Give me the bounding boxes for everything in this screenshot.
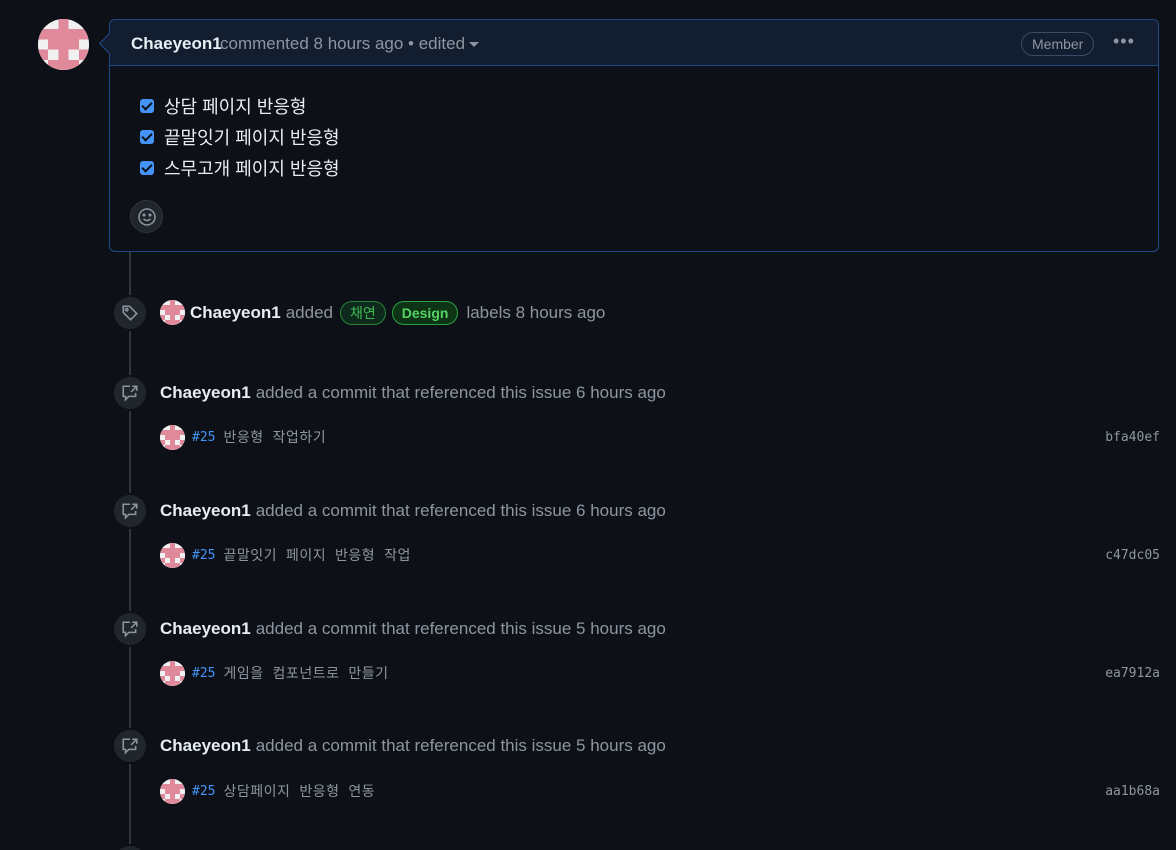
event-text: added a commit that referenced this issu… bbox=[255, 736, 666, 755]
label-design[interactable]: Design bbox=[391, 301, 459, 325]
timeline-badge bbox=[112, 728, 148, 764]
task-item: 끝말잇기 페이지 반응형 bbox=[140, 121, 340, 152]
comment-header: Chaeyeon1 commented 8 hours ago • edited… bbox=[110, 20, 1158, 66]
issue-ref-link[interactable]: #25 bbox=[192, 430, 215, 445]
commit-row: #25 반응형 작업하기 bfa40ef bbox=[160, 424, 1160, 450]
comment-meta-text: commented 8 hours ago • edited bbox=[220, 34, 466, 53]
commit-sha-link[interactable]: aa1b68a bbox=[1105, 784, 1160, 799]
cross-reference-icon bbox=[122, 621, 138, 638]
event-suffix: labels 8 hours ago bbox=[466, 303, 606, 322]
avatar[interactable] bbox=[160, 660, 185, 686]
event-text: added a commit that referenced this issu… bbox=[255, 619, 666, 638]
event-text: added a commit that referenced this issu… bbox=[255, 501, 666, 520]
task-checkbox[interactable] bbox=[140, 98, 154, 113]
add-reaction-button[interactable] bbox=[130, 200, 163, 233]
author-avatar[interactable] bbox=[38, 19, 89, 70]
commit-row: #25 끝말잇기 페이지 반응형 작업 c47dc05 bbox=[160, 542, 1160, 568]
task-checkbox[interactable] bbox=[140, 160, 154, 175]
commit-message-link[interactable]: 게임을 컴포넌트로 만들기 bbox=[223, 663, 388, 683]
task-label: 끝말잇기 페이지 반응형 bbox=[164, 127, 340, 148]
cross-reference-icon bbox=[122, 385, 138, 402]
commit-sha-link[interactable]: ea7912a bbox=[1105, 666, 1160, 681]
issue-ref-link[interactable]: #25 bbox=[192, 548, 215, 563]
timeline-badge bbox=[112, 611, 148, 647]
avatar[interactable] bbox=[160, 424, 185, 450]
task-item: 스무고개 페이지 반응형 bbox=[140, 152, 340, 183]
commit-event: Chaeyeon1 added a commit that referenced… bbox=[160, 380, 666, 406]
task-list: 상담 페이지 반응형 끝말잇기 페이지 반응형 스무고개 페이지 반응형 bbox=[140, 90, 340, 183]
timeline-badge bbox=[112, 844, 148, 850]
avatar[interactable] bbox=[160, 300, 185, 325]
chevron-down-icon[interactable] bbox=[469, 42, 480, 48]
avatar[interactable] bbox=[160, 778, 185, 804]
event-text: added a commit that referenced this issu… bbox=[255, 383, 666, 402]
commit-row: #25 상담페이지 반응형 연동 aa1b68a bbox=[160, 778, 1160, 804]
timeline-badge bbox=[112, 375, 148, 411]
member-badge: Member bbox=[1021, 32, 1095, 56]
smiley-icon bbox=[138, 208, 156, 226]
comment-author-link[interactable]: Chaeyeon1 bbox=[131, 34, 222, 54]
kebab-horizontal-icon[interactable]: ••• bbox=[1113, 32, 1135, 52]
issue-ref-link[interactable]: #25 bbox=[192, 666, 215, 681]
tag-icon bbox=[122, 305, 138, 321]
task-label: 상담 페이지 반응형 bbox=[164, 96, 307, 117]
event-author-link[interactable]: Chaeyeon1 bbox=[160, 736, 251, 756]
event-author-link[interactable]: Chaeyeon1 bbox=[160, 501, 251, 521]
avatar[interactable] bbox=[160, 542, 185, 568]
task-checkbox[interactable] bbox=[140, 129, 154, 144]
event-author-link[interactable]: Chaeyeon1 bbox=[160, 619, 251, 639]
commit-message-link[interactable]: 끝말잇기 페이지 반응형 작업 bbox=[223, 545, 410, 565]
commit-event: Chaeyeon1 added a commit that referenced… bbox=[160, 733, 666, 759]
event-author-link[interactable]: Chaeyeon1 bbox=[160, 383, 251, 403]
commit-row: #25 게임을 컴포넌트로 만들기 ea7912a bbox=[160, 660, 1160, 686]
cross-reference-icon bbox=[122, 503, 138, 520]
event-author-link[interactable]: Chaeyeon1 bbox=[190, 303, 281, 323]
commit-sha-link[interactable]: bfa40ef bbox=[1105, 430, 1160, 445]
cross-reference-icon bbox=[122, 738, 138, 755]
commit-message-link[interactable]: 상담페이지 반응형 연동 bbox=[223, 781, 375, 801]
task-item: 상담 페이지 반응형 bbox=[140, 90, 340, 121]
commit-event: Chaeyeon1 added a commit that referenced… bbox=[160, 498, 666, 524]
label-chaeyeon[interactable]: 채연 bbox=[339, 301, 386, 325]
timeline-badge bbox=[112, 295, 148, 331]
issue-ref-link[interactable]: #25 bbox=[192, 784, 215, 799]
task-label: 스무고개 페이지 반응형 bbox=[164, 158, 340, 179]
commit-message-link[interactable]: 반응형 작업하기 bbox=[223, 427, 326, 447]
commit-sha-link[interactable]: c47dc05 bbox=[1105, 548, 1160, 563]
timeline-badge bbox=[112, 493, 148, 529]
label-event: Chaeyeon1 added 채연 Design labels 8 hours… bbox=[190, 300, 605, 326]
commit-event: Chaeyeon1 added a commit that referenced… bbox=[160, 616, 666, 642]
comment-meta[interactable]: commented 8 hours ago • edited bbox=[220, 34, 480, 54]
event-action: added bbox=[285, 303, 333, 322]
comment-box: Chaeyeon1 commented 8 hours ago • edited… bbox=[109, 19, 1159, 252]
